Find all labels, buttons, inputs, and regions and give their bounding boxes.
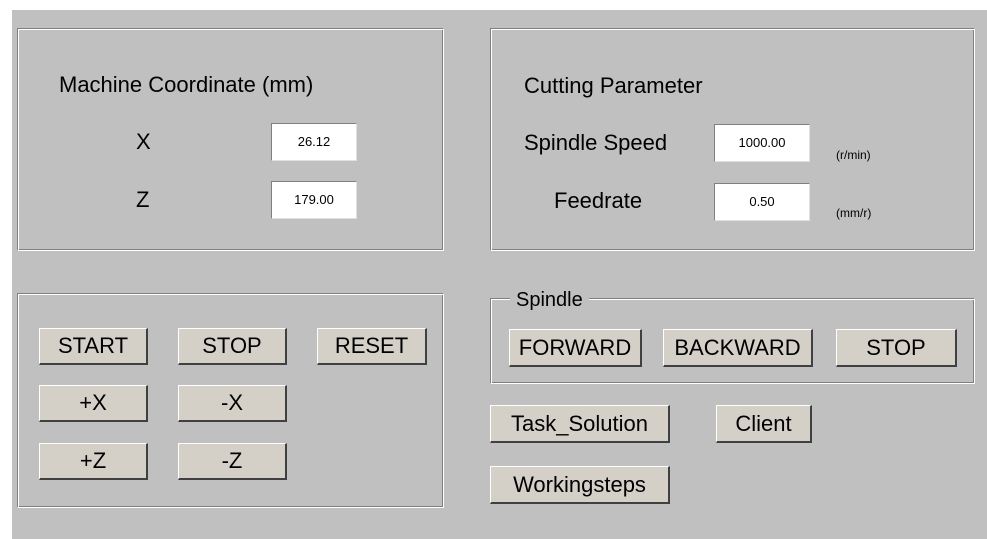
spindle-speed-unit: (r/min) (836, 148, 871, 162)
x-axis-label: X (136, 129, 151, 154)
machine-coordinate-panel: Machine Coordinate (mm) X 26.12 Z 179.00 (17, 28, 444, 251)
machine-coordinate-title: Machine Coordinate (mm) (59, 72, 314, 97)
start-button[interactable]: START (39, 328, 148, 365)
plus-x-button[interactable]: +X (39, 385, 148, 422)
feedrate-label: Feedrate (554, 188, 643, 213)
client-button[interactable]: Client (716, 405, 812, 443)
spindle-speed-label: Spindle Speed (524, 130, 668, 155)
cutting-parameter-title: Cutting Parameter (524, 73, 703, 98)
feedrate-unit: (mm/r) (836, 206, 872, 220)
workingsteps-button[interactable]: Workingsteps (490, 466, 670, 504)
reset-button[interactable]: RESET (317, 328, 427, 365)
spindle-forward-button[interactable]: FORWARD (509, 329, 642, 367)
task-solution-button[interactable]: Task_Solution (490, 405, 670, 443)
x-coordinate-field[interactable]: 26.12 (271, 123, 357, 161)
spindle-stop-button[interactable]: STOP (836, 329, 957, 367)
app-window: Machine Coordinate (mm) X 26.12 Z 179.00… (12, 10, 987, 539)
spindle-backward-button[interactable]: BACKWARD (663, 329, 813, 367)
minus-x-button[interactable]: -X (178, 385, 287, 422)
plus-z-button[interactable]: +Z (39, 443, 148, 480)
control-panel: START STOP RESET +X -X +Z -Z (17, 293, 444, 508)
feedrate-field[interactable]: 0.50 (714, 183, 810, 221)
minus-z-button[interactable]: -Z (178, 443, 287, 480)
spindle-group-title: Spindle (510, 288, 589, 312)
z-axis-label: Z (136, 187, 150, 212)
stop-button[interactable]: STOP (178, 328, 287, 365)
cutting-parameter-panel: Cutting Parameter Spindle Speed 1000.00 … (490, 28, 975, 251)
z-coordinate-field[interactable]: 179.00 (271, 181, 357, 219)
spindle-speed-field[interactable]: 1000.00 (714, 124, 810, 162)
